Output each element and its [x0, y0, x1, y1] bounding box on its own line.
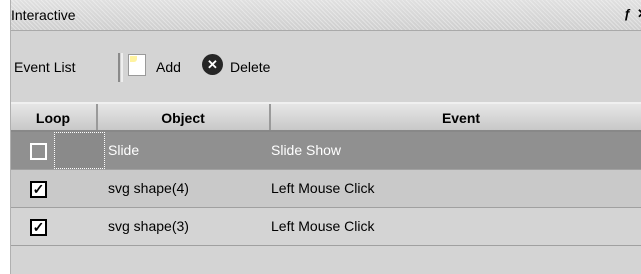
event-cell: Left Mouse Click: [271, 180, 375, 196]
toolbar: Event List Add ✕ Delete: [11, 45, 641, 85]
table-row[interactable]: ✓ svg shape(3) Left Mouse Click: [11, 208, 641, 246]
table-header: Loop Object Event: [11, 102, 641, 132]
column-divider[interactable]: [96, 104, 98, 130]
delete-button[interactable]: Delete: [230, 59, 270, 75]
delete-icon[interactable]: ✕: [202, 54, 223, 75]
close-icon[interactable]: ✕: [635, 6, 641, 22]
event-list-label: Event List: [14, 59, 76, 75]
column-header-event[interactable]: Event: [271, 110, 641, 126]
panel-title: Interactive: [11, 7, 76, 23]
event-table: Loop Object Event Slide Slide Show ✓ svg…: [11, 102, 641, 246]
object-cell: Slide: [108, 142, 140, 158]
add-button[interactable]: Add: [156, 59, 181, 75]
interactive-panel: Interactive ƒ✕ Event List Add ✕ Delete L…: [10, 0, 641, 274]
table-row[interactable]: ✓ svg shape(4) Left Mouse Click: [11, 170, 641, 208]
loop-checkbox[interactable]: [30, 143, 47, 160]
focus-cell: [54, 132, 105, 169]
column-header-loop[interactable]: Loop: [11, 110, 95, 126]
event-cell: Left Mouse Click: [271, 218, 375, 234]
object-cell: svg shape(3): [108, 218, 189, 234]
event-cell: Slide Show: [271, 142, 342, 158]
window-controls: ƒ✕: [620, 6, 641, 22]
restore-icon[interactable]: ƒ: [620, 6, 635, 21]
new-document-icon[interactable]: [128, 54, 146, 76]
loop-checkbox[interactable]: ✓: [30, 181, 47, 198]
table-row[interactable]: Slide Slide Show: [11, 132, 641, 170]
panel-titlebar: Interactive ƒ✕: [11, 0, 641, 31]
loop-checkbox[interactable]: ✓: [30, 219, 47, 236]
column-header-object[interactable]: Object: [108, 110, 258, 126]
toolbar-separator: [118, 53, 123, 82]
object-cell: svg shape(4): [108, 180, 189, 196]
